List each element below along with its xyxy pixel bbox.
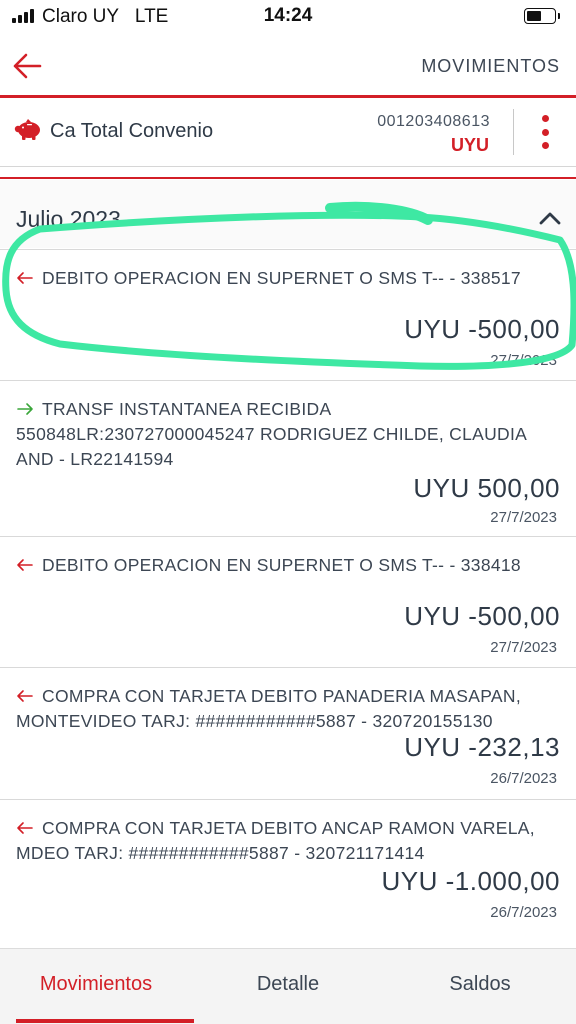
transaction-row[interactable]: TRANSF INSTANTANEA RECIBIDA 550848LR:230… [0, 380, 576, 536]
transaction-row[interactable]: DEBITO OPERACION EN SUPERNET O SMS T-- -… [0, 249, 576, 380]
transaction-description-block: COMPRA CON TARJETA DEBITO ANCAP RAMON VA… [16, 816, 562, 866]
more-options-button[interactable] [536, 115, 554, 149]
arrow-left-icon [17, 559, 33, 571]
month-label: Julio 2023 [16, 206, 121, 232]
more-vertical-icon [541, 115, 549, 122]
transaction-row[interactable]: COMPRA CON TARJETA DEBITO PANADERIA MASA… [0, 667, 576, 799]
chevron-up-icon[interactable] [538, 208, 562, 228]
arrow-left-icon [17, 272, 33, 284]
account-divider [0, 166, 576, 167]
transaction-date: 27/7/2023 [490, 509, 557, 526]
transaction-description: DEBITO OPERACION EN SUPERNET O SMS T-- -… [42, 555, 521, 575]
vertical-divider [513, 109, 514, 155]
status-time: 14:24 [263, 5, 313, 26]
transaction-date: 26/7/2023 [490, 770, 557, 787]
tab-detalle[interactable]: Detalle [192, 949, 384, 1024]
transaction-row[interactable]: DEBITO OPERACION EN SUPERNET O SMS T-- -… [0, 536, 576, 667]
transaction-amount: UYU -500,00 [404, 314, 560, 344]
transaction-amount: UYU 500,00 [413, 473, 560, 503]
transaction-description-block: COMPRA CON TARJETA DEBITO PANADERIA MASA… [16, 684, 562, 734]
status-bar: Claro UY LTE 14:24 [0, 0, 576, 34]
transaction-description: TRANSF INSTANTANEA RECIBIDA 550848LR:230… [16, 399, 527, 469]
transaction-amount: UYU -232,13 [404, 732, 560, 762]
transaction-description-block: TRANSF INSTANTANEA RECIBIDA 550848LR:230… [16, 397, 562, 472]
month-group-header[interactable]: Julio 2023 [0, 180, 576, 248]
tab-saldos[interactable]: Saldos [384, 949, 576, 1024]
transaction-description-block: DEBITO OPERACION EN SUPERNET O SMS T-- -… [16, 266, 562, 291]
transaction-date: 26/7/2023 [490, 904, 557, 921]
account-number: 001203408613 [377, 113, 490, 130]
transaction-description: DEBITO OPERACION EN SUPERNET O SMS T-- -… [42, 268, 521, 288]
section-divider [0, 177, 576, 179]
bottom-tab-bar: Movimientos Detalle Saldos [0, 948, 576, 1024]
transaction-description: COMPRA CON TARJETA DEBITO ANCAP RAMON VA… [16, 818, 535, 863]
arrow-left-icon [17, 822, 33, 834]
transaction-description: COMPRA CON TARJETA DEBITO PANADERIA MASA… [16, 686, 521, 731]
arrow-left-icon [13, 53, 42, 79]
back-button[interactable] [12, 52, 44, 80]
header-divider [0, 95, 576, 98]
transaction-amount: UYU -500,00 [404, 601, 560, 631]
app-header: MOVIMIENTOS [0, 34, 576, 96]
transaction-date: 27/7/2023 [490, 639, 557, 656]
battery-icon [524, 8, 560, 24]
transaction-date: 27/7/2023 [490, 352, 557, 369]
arrow-right-icon [17, 403, 33, 415]
tab-movimientos[interactable]: Movimientos [0, 949, 194, 1024]
piggy-bank-icon [14, 119, 40, 140]
page-title: MOVIMIENTOS [421, 56, 560, 76]
transaction-amount: UYU -1.000,00 [381, 866, 560, 896]
account-selector[interactable]: Ca Total Convenio 001203408613 UYU [0, 99, 576, 165]
account-currency: UYU [450, 135, 489, 155]
transaction-description-block: DEBITO OPERACION EN SUPERNET O SMS T-- -… [16, 553, 562, 578]
arrow-left-icon [17, 690, 33, 702]
transaction-row[interactable]: COMPRA CON TARJETA DEBITO ANCAP RAMON VA… [0, 799, 576, 939]
account-name: Ca Total Convenio [50, 120, 214, 142]
